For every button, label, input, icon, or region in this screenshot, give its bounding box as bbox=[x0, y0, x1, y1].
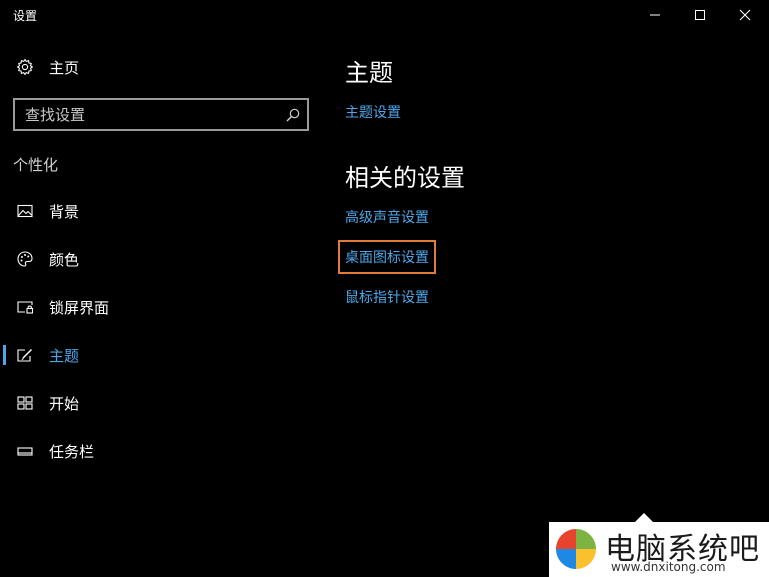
active-indicator bbox=[3, 345, 6, 365]
sidebar-item-taskbar[interactable]: 任务栏 bbox=[0, 431, 320, 471]
window-title: 设置 bbox=[13, 9, 38, 23]
palette-icon bbox=[16, 250, 34, 268]
lock-screen-icon bbox=[16, 298, 34, 316]
minimize-button[interactable] bbox=[632, 0, 678, 30]
sidebar-item-label: 颜色 bbox=[49, 250, 80, 269]
sidebar-item-home[interactable]: 主页 bbox=[0, 47, 320, 87]
maximize-icon bbox=[695, 10, 705, 20]
sidebar-item-start[interactable]: 开始 bbox=[0, 383, 320, 423]
start-tiles-icon bbox=[16, 394, 34, 412]
sidebar-item-colors[interactable]: 颜色 bbox=[0, 239, 320, 279]
taskbar-icon bbox=[16, 442, 34, 460]
picture-icon bbox=[16, 202, 34, 220]
main-content: 主题 主题设置 相关的设置 高级声音设置 桌面图标设置 鼠标指针设置 bbox=[338, 30, 765, 570]
sidebar-item-label: 主页 bbox=[49, 58, 80, 77]
close-button[interactable] bbox=[722, 0, 768, 30]
close-icon bbox=[739, 9, 751, 21]
watermark: 电脑系统吧 www.dnxitong.com bbox=[549, 513, 769, 577]
watermark-url: www.dnxitong.com bbox=[611, 560, 726, 574]
sidebar-item-themes[interactable]: 主题 bbox=[0, 335, 320, 375]
section-label: 个性化 bbox=[13, 156, 59, 174]
watermark-pointer bbox=[635, 513, 653, 522]
mouse-pointer-settings-link[interactable]: 鼠标指针设置 bbox=[345, 287, 429, 307]
desktop-icon-settings-link[interactable]: 桌面图标设置 bbox=[338, 240, 436, 274]
windows-logo-icon bbox=[556, 529, 596, 569]
sidebar-item-lock-screen[interactable]: 锁屏界面 bbox=[0, 287, 320, 327]
search-icon[interactable] bbox=[285, 107, 301, 123]
title-bar: 设置 bbox=[0, 0, 769, 30]
related-settings-heading: 相关的设置 bbox=[345, 164, 465, 192]
maximize-button[interactable] bbox=[677, 0, 723, 30]
sidebar-item-label: 背景 bbox=[49, 202, 80, 221]
page-title: 主题 bbox=[345, 59, 393, 87]
search-box[interactable] bbox=[13, 98, 309, 131]
theme-settings-link[interactable]: 主题设置 bbox=[345, 102, 401, 122]
sidebar-item-label: 主题 bbox=[49, 346, 80, 365]
sidebar-item-label: 开始 bbox=[49, 394, 80, 413]
advanced-sound-settings-link[interactable]: 高级声音设置 bbox=[345, 207, 429, 227]
theme-brush-icon bbox=[16, 346, 34, 364]
search-input[interactable] bbox=[15, 100, 287, 129]
gear-icon bbox=[16, 58, 34, 76]
sidebar: 主页 个性化 背景 颜色 bbox=[0, 30, 330, 577]
sidebar-item-label: 锁屏界面 bbox=[49, 298, 110, 317]
sidebar-item-background[interactable]: 背景 bbox=[0, 191, 320, 231]
sidebar-item-label: 任务栏 bbox=[49, 442, 95, 461]
minimize-icon bbox=[650, 14, 660, 16]
